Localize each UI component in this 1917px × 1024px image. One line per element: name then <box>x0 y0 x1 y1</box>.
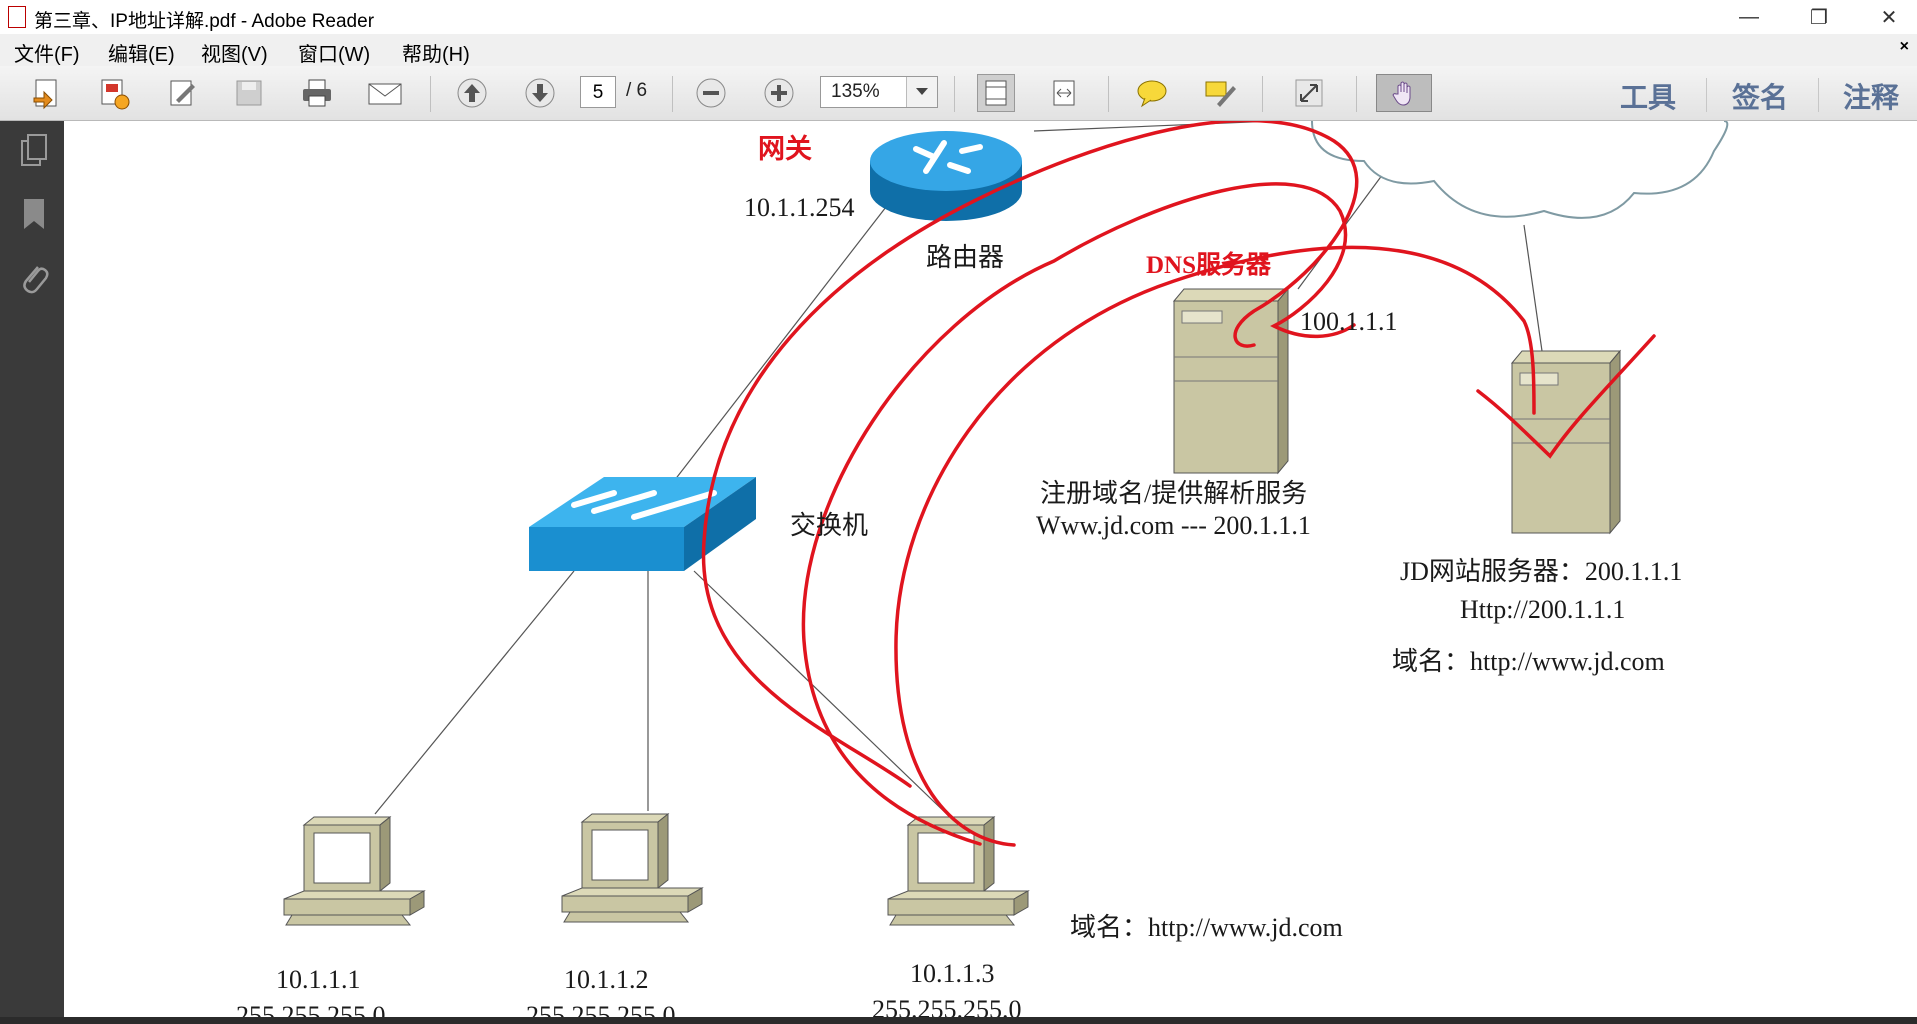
window-title: 第三章、IP地址详解.pdf - Adobe Reader <box>34 11 375 32</box>
pages-panel-button[interactable] <box>18 133 50 169</box>
link-router-switch <box>673 206 887 482</box>
sign-link[interactable]: 签名 <box>1732 76 1788 116</box>
fit-width-button[interactable] <box>1045 74 1083 112</box>
dns-server-icon <box>1172 287 1290 475</box>
toolbar-separator <box>1356 76 1357 112</box>
close-button[interactable]: ✕ <box>1853 0 1917 34</box>
arrow-up-icon <box>457 78 487 108</box>
edit-document-icon <box>170 80 195 106</box>
jd-server-icon <box>1510 349 1622 535</box>
menu-help[interactable]: 帮助(H) <box>402 38 470 67</box>
jd-server-domain: 域名：http://www.jd.com <box>1392 647 1665 676</box>
router-label: 路由器 <box>926 243 1005 272</box>
zoom-in-icon <box>764 78 794 108</box>
save-icon <box>236 80 262 106</box>
gateway-label: 网关 <box>758 134 812 164</box>
bookmark-icon <box>24 199 44 229</box>
link-switch-pc3 <box>693 570 955 822</box>
page-total: / 6 <box>626 80 648 101</box>
toolbar-separator <box>672 76 673 112</box>
switch-icon <box>529 477 756 571</box>
document-view[interactable]: 网关 10.1.1.254 路由器 DNS服务器 100.1.1.1 注册域名/… <box>74 121 1917 1024</box>
email-icon <box>368 83 402 105</box>
dns-server-label: DNS服务器 <box>1146 252 1272 279</box>
document-close-icon[interactable]: × <box>1900 38 1909 56</box>
save-button[interactable] <box>230 74 268 112</box>
edit-button[interactable] <box>164 74 202 112</box>
full-screen-button[interactable] <box>1290 74 1328 112</box>
create-pdf-icon <box>101 79 130 110</box>
pc-icon <box>283 815 426 926</box>
dns-record: Www.jd.com --- 200.1.1.1 <box>1036 511 1311 540</box>
pc2-ip: 10.1.1.2 <box>564 965 649 994</box>
fit-page-icon <box>985 80 1007 106</box>
zoom-in-button[interactable] <box>760 74 798 112</box>
link-switch-pc1 <box>374 570 575 815</box>
toolbar-separator <box>1262 76 1263 112</box>
toolbar-separator <box>430 76 431 112</box>
open-button[interactable] <box>28 74 66 112</box>
print-button[interactable] <box>298 74 336 112</box>
jd-server-url: Http://200.1.1.1 <box>1460 595 1626 624</box>
dns-ip: 100.1.1.1 <box>1300 307 1398 336</box>
restore-button[interactable]: ❐ <box>1783 0 1855 34</box>
paperclip-icon <box>23 266 49 294</box>
text-highlight-icon <box>1205 81 1236 107</box>
toolbar-separator <box>1108 76 1109 112</box>
fit-page-button[interactable] <box>977 74 1015 112</box>
pages-icon <box>21 134 47 166</box>
print-icon <box>303 79 331 107</box>
page-number-input[interactable]: 5 <box>580 76 616 108</box>
toolbar-separator <box>1818 78 1819 112</box>
menu-window[interactable]: 窗口(W) <box>298 38 370 67</box>
create-pdf-button[interactable] <box>96 74 134 112</box>
pc3-ip: 10.1.1.3 <box>910 959 995 988</box>
zoom-value: 135% <box>831 81 880 102</box>
bookmarks-panel-button[interactable] <box>18 197 50 233</box>
pc-icon <box>887 815 1030 926</box>
zoom-out-icon <box>696 78 726 108</box>
open-icon <box>33 79 57 110</box>
comment-link[interactable]: 注释 <box>1843 76 1899 116</box>
dns-description: 注册域名/提供解析服务 <box>1040 479 1308 508</box>
link-router-cloud <box>1033 121 1275 132</box>
title-bar: 第三章、IP地址详解.pdf - Adobe Reader — ❐ ✕ <box>0 0 1917 34</box>
expand-icon <box>1295 79 1323 107</box>
next-page-button[interactable] <box>521 74 559 112</box>
menu-edit[interactable]: 编辑(E) <box>108 38 175 67</box>
menu-view[interactable]: 视图(V) <box>201 38 268 67</box>
internet-cloud <box>1311 121 1729 219</box>
chevron-down-icon[interactable] <box>906 77 937 107</box>
previous-page-button[interactable] <box>453 74 491 112</box>
bottom-border <box>0 1017 1917 1024</box>
tools-link[interactable]: 工具 <box>1620 76 1676 116</box>
switch-label: 交换机 <box>790 511 869 540</box>
hand-tool-button[interactable] <box>1376 74 1432 112</box>
minimize-button[interactable]: — <box>1713 0 1785 34</box>
pc1-ip: 10.1.1.1 <box>276 965 361 994</box>
navigation-pane <box>0 121 64 1024</box>
adobe-reader-icon <box>8 6 26 28</box>
arrow-down-icon <box>525 78 555 108</box>
zoom-select[interactable]: 135% <box>820 76 938 108</box>
attachments-panel-button[interactable] <box>18 261 50 297</box>
menu-bar: 文件(F) 编辑(E) 视图(V) 窗口(W) 帮助(H) × <box>0 34 1917 67</box>
highlight-button[interactable] <box>1201 74 1239 112</box>
speech-bubble-icon <box>1137 80 1167 108</box>
toolbar-separator <box>1706 78 1707 112</box>
zoom-out-button[interactable] <box>692 74 730 112</box>
fit-width-icon <box>1053 80 1075 106</box>
hand-icon <box>1392 81 1411 106</box>
router-ip: 10.1.1.254 <box>744 193 855 222</box>
pc3-domain: 域名：http://www.jd.com <box>1070 913 1343 942</box>
pc-icon <box>561 812 704 923</box>
comment-button[interactable] <box>1133 74 1171 112</box>
email-button[interactable] <box>366 74 404 112</box>
jd-server-label: JD网站服务器：200.1.1.1 <box>1400 557 1683 586</box>
toolbar-separator <box>954 76 955 112</box>
toolbar: 5 / 6 135% 工具 签名 注释 <box>0 66 1917 121</box>
router-icon <box>870 131 1022 221</box>
menu-file[interactable]: 文件(F) <box>14 38 80 67</box>
